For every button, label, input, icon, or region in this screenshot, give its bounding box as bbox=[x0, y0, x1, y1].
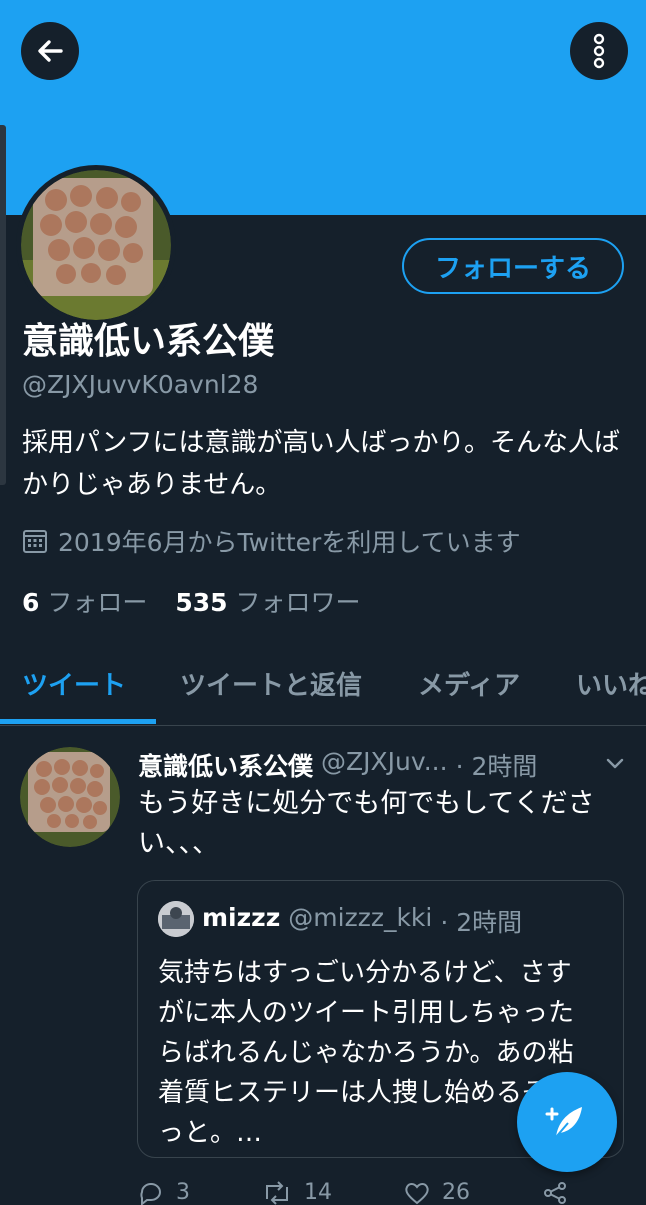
following-label: フォロー bbox=[47, 588, 148, 617]
quoted-author-handle: @mizzz_kki bbox=[288, 903, 433, 932]
follow-counts: 6 フォロー 535 フォロワー bbox=[22, 583, 361, 619]
share-icon bbox=[544, 1181, 566, 1204]
tweet-author-avatar[interactable] bbox=[20, 747, 120, 847]
tweet-menu-button[interactable] bbox=[604, 752, 626, 778]
followers-count: 535 bbox=[175, 588, 228, 617]
tweet-timestamp[interactable]: · 2時間 bbox=[456, 747, 538, 783]
reply-icon bbox=[140, 1182, 161, 1205]
tweet-text: もう好きに処分でも何でもしてください、、、 bbox=[138, 788, 595, 859]
follow-button[interactable]: フォローする bbox=[402, 238, 624, 294]
profile-bio: 採用パンフには意識が高い人ばっかり。そんな人ばかりじゃありません。 bbox=[22, 428, 621, 500]
following-link[interactable]: 6 フォロー bbox=[22, 583, 147, 619]
like-count: 26 bbox=[442, 1180, 470, 1205]
arrow-left-icon bbox=[38, 40, 63, 62]
calendar-icon bbox=[23, 530, 47, 553]
more-vertical-icon bbox=[593, 33, 605, 69]
quoted-timestamp: · 2時間 bbox=[440, 908, 523, 937]
followers-label: フォロワー bbox=[235, 588, 361, 617]
tweet-author-name[interactable]: 意識低い系公僕 bbox=[138, 747, 313, 783]
reply-button[interactable]: 3 bbox=[138, 1180, 190, 1205]
tab-media[interactable]: メディア bbox=[418, 665, 520, 702]
like-button[interactable]: 26 bbox=[404, 1180, 470, 1205]
compose-tweet-icon bbox=[545, 1107, 582, 1138]
followers-link[interactable]: 535 フォロワー bbox=[175, 583, 360, 619]
profile-handle: @ZJXJuvvK0avnl28 bbox=[22, 370, 259, 399]
tweet-actions: 3 14 26 bbox=[138, 1180, 568, 1205]
reply-count: 3 bbox=[176, 1180, 190, 1205]
share-button[interactable] bbox=[542, 1180, 568, 1205]
back-button[interactable] bbox=[21, 22, 79, 80]
following-count: 6 bbox=[22, 588, 40, 617]
joined-date: 2019年6月からTwitterを利用しています bbox=[22, 523, 521, 559]
quoted-tweet-header: mizzz @mizzz_kki · 2時間 bbox=[202, 903, 522, 939]
quoted-author-name: mizzz bbox=[202, 903, 281, 932]
more-options-button[interactable] bbox=[570, 22, 628, 80]
active-tab-indicator bbox=[0, 719, 156, 724]
compose-tweet-button[interactable] bbox=[517, 1072, 617, 1172]
tab-tweets-and-replies[interactable]: ツイートと返信 bbox=[180, 665, 362, 702]
quoted-author-avatar[interactable] bbox=[158, 901, 194, 937]
profile-name: 意識低い系公僕 bbox=[22, 321, 275, 362]
tab-likes[interactable]: いいね bbox=[576, 665, 646, 702]
joined-text: 2019年6月からTwitterを利用しています bbox=[58, 528, 521, 557]
tweet-author-handle[interactable]: @ZJXJuv... bbox=[321, 747, 448, 783]
retweet-icon bbox=[266, 1180, 288, 1205]
tweet-header: 意識低い系公僕 @ZJXJuv... · 2時間 bbox=[138, 747, 537, 783]
chevron-down-icon bbox=[606, 758, 624, 769]
edge-panel-handle[interactable] bbox=[0, 125, 6, 485]
heart-icon bbox=[405, 1182, 429, 1204]
profile-tabs: ツイート ツイートと返信 メディア いいね bbox=[0, 655, 646, 726]
tab-tweets[interactable]: ツイート bbox=[22, 665, 126, 702]
profile-avatar[interactable] bbox=[16, 165, 176, 325]
retweet-button[interactable]: 14 bbox=[262, 1180, 332, 1205]
retweet-count: 14 bbox=[304, 1180, 332, 1205]
